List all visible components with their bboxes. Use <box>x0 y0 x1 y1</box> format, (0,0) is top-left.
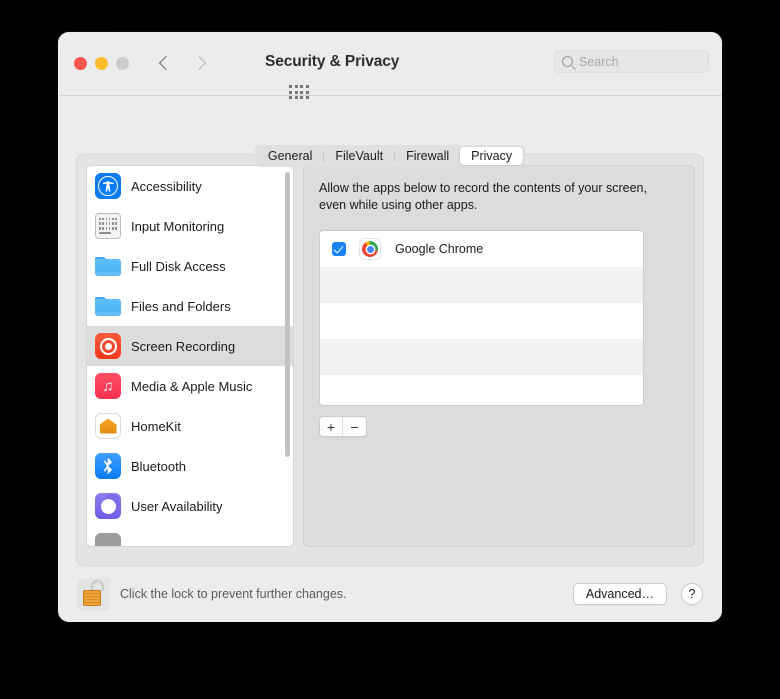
sidebar-item-accessibility[interactable]: Accessibility <box>87 166 293 206</box>
add-remove-buttons: + − <box>319 416 367 437</box>
pane-description: Allow the apps below to record the conte… <box>319 181 647 212</box>
music-icon <box>95 373 121 399</box>
remove-app-button[interactable]: − <box>343 417 366 436</box>
sidebar-item-label: Input Monitoring <box>131 218 225 234</box>
folder-icon <box>95 253 121 279</box>
table-row-empty <box>320 339 643 375</box>
navigation-buttons <box>156 54 209 74</box>
keyboard-icon <box>95 213 121 239</box>
show-all-icon[interactable] <box>289 85 309 100</box>
advanced-button[interactable]: Advanced… <box>572 583 667 605</box>
lock-status-text: Click the lock to prevent further change… <box>120 587 347 601</box>
tab-filevault[interactable]: FileVault <box>324 147 394 165</box>
bluetooth-icon <box>95 453 121 479</box>
add-app-button[interactable]: + <box>320 417 343 436</box>
zoom-button[interactable] <box>116 57 129 70</box>
sidebar-item-label: Media & Apple Music <box>131 378 253 394</box>
window-titlebar: Security & Privacy Search <box>58 32 722 100</box>
minimize-button[interactable] <box>95 57 108 70</box>
forward-icon[interactable] <box>191 54 209 74</box>
preferences-window: Security & Privacy Search General FileVa… <box>58 32 722 622</box>
tab-bar: General FileVault Firewall Privacy <box>254 145 526 167</box>
traffic-lights <box>74 57 129 70</box>
sidebar-item-label: Full Disk Access <box>131 258 226 274</box>
sidebar-item-screen-recording[interactable]: Screen Recording <box>87 326 293 366</box>
search-icon <box>562 56 573 67</box>
table-row-empty <box>320 375 643 405</box>
moon-icon <box>95 493 121 519</box>
sidebar-item-homekit[interactable]: HomeKit <box>87 406 293 446</box>
tab-general[interactable]: General <box>257 147 323 165</box>
table-row[interactable]: Google Chrome <box>320 231 643 267</box>
sidebar-scrollbar[interactable] <box>285 172 290 538</box>
sidebar-item-bluetooth[interactable]: Bluetooth <box>87 446 293 486</box>
sidebar-item-full-disk-access[interactable]: Full Disk Access <box>87 246 293 286</box>
sidebar-item-files-and-folders[interactable]: Files and Folders <box>87 286 293 326</box>
sidebar-item-user-availability[interactable]: User Availability <box>87 486 293 526</box>
sidebar-item-label: Accessibility <box>131 178 202 194</box>
allowed-apps-list[interactable]: Google Chrome <box>319 230 644 406</box>
unlocked-padlock-icon[interactable] <box>78 578 110 610</box>
window-footer: Click the lock to prevent further change… <box>58 566 722 622</box>
close-button[interactable] <box>74 57 87 70</box>
page-title: Security & Privacy <box>265 53 400 70</box>
back-icon[interactable] <box>156 54 174 74</box>
screen: Security & Privacy Search General FileVa… <box>0 0 780 699</box>
folder-icon <box>95 293 121 319</box>
sidebar-item-label: Screen Recording <box>131 338 236 354</box>
sidebar-item-label: User Availability <box>131 498 223 514</box>
table-row-empty <box>320 303 643 339</box>
help-button[interactable]: ? <box>681 583 703 605</box>
privacy-category-list[interactable]: Accessibility Input Monitoring Full Disk… <box>86 165 294 547</box>
table-row-empty <box>320 267 643 303</box>
homekit-icon <box>95 413 121 439</box>
search-field[interactable]: Search <box>554 50 709 73</box>
sidebar-item-media-apple-music[interactable]: Media & Apple Music <box>87 366 293 406</box>
app-checkbox[interactable] <box>332 242 346 256</box>
app-name: Google Chrome <box>395 242 484 256</box>
sidebar-scrollbar-thumb[interactable] <box>285 172 290 457</box>
app-icon <box>95 533 121 546</box>
sidebar-item-partial[interactable] <box>87 526 293 546</box>
content-panel: Accessibility Input Monitoring Full Disk… <box>76 154 704 566</box>
sidebar-item-label: HomeKit <box>131 418 181 434</box>
tab-firewall[interactable]: Firewall <box>395 147 460 165</box>
screen-recording-pane: Allow the apps below to record the conte… <box>303 165 695 547</box>
search-placeholder: Search <box>579 54 619 69</box>
sidebar-item-label: Files and Folders <box>131 298 231 314</box>
chrome-icon <box>359 238 381 260</box>
sidebar-item-label: Bluetooth <box>131 458 186 474</box>
tab-privacy[interactable]: Privacy <box>460 147 524 165</box>
sidebar-item-input-monitoring[interactable]: Input Monitoring <box>87 206 293 246</box>
accessibility-icon <box>95 173 121 199</box>
screen-recording-icon <box>95 333 121 359</box>
